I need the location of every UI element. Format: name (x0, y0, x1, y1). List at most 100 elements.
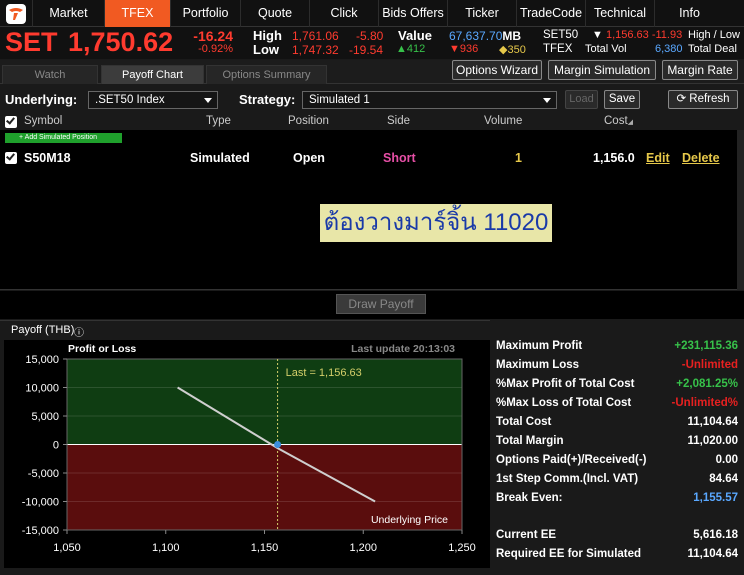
value-label: Value (398, 28, 432, 43)
app-logo (0, 0, 32, 27)
nav-tab-ticker[interactable]: Ticker (447, 0, 516, 27)
row-checkbox[interactable] (5, 151, 17, 164)
stat-value: 84.64 (709, 473, 738, 485)
nav-tab-quote[interactable]: Quote (240, 0, 309, 27)
underlying-select[interactable]: .SET50 Index (88, 91, 218, 109)
y-tick-label: -15,000 (22, 525, 59, 537)
payoff-stats-panel: Maximum Profit +231,115.36 Maximum Loss -Un… (490, 333, 744, 575)
col-side[interactable]: Side (387, 115, 410, 127)
draw-payoff-button[interactable]: Draw Payoff (336, 294, 426, 314)
nav-tab-click[interactable]: Click (309, 0, 378, 27)
set50-value: ▼ 1,156.63 -11.93 (592, 29, 683, 41)
add-simulated-position-button[interactable]: + Add Simulated Position (5, 133, 122, 143)
row-side: Short (383, 151, 416, 165)
draw-payoff-bar: Draw Payoff (0, 291, 744, 319)
row-type: Simulated (190, 151, 250, 165)
row-position: Open (293, 151, 325, 165)
col-symbol[interactable]: Symbol (24, 115, 62, 127)
row-delete-link[interactable]: Delete (682, 151, 720, 165)
save-button[interactable]: Save (604, 90, 640, 109)
table-scrollbar[interactable] (737, 130, 744, 290)
x-tick-label: 1,150 (251, 542, 279, 554)
index-name: SET (5, 27, 58, 57)
stat-value: 5,616.18 (693, 529, 738, 541)
chart-title: Profit or Loss (68, 343, 136, 355)
stat-value: +2,081.25% (676, 378, 738, 390)
low-label: Low (253, 42, 279, 57)
x-tick-label: 1,250 (448, 542, 476, 554)
index-change-pct: -0.92% (198, 43, 233, 55)
x-tick-label: 1,100 (152, 542, 180, 554)
check-icon (6, 115, 15, 125)
subtab-payoff-chart[interactable]: Payoff Chart (101, 65, 204, 84)
low-change: -19.54 (349, 43, 384, 57)
stat-row: Current EE 5,616.18 (496, 529, 738, 547)
y-tick-label: 10,000 (25, 383, 59, 395)
x-tick-label: 1,050 (53, 542, 81, 554)
up-arrow-icon: ▲ (396, 43, 407, 55)
strategy-select-value: Simulated 1 (309, 94, 370, 106)
options-wizard-button[interactable]: Options Wizard (452, 60, 542, 80)
subtab-bar: Watch Payoff Chart Options Summary Optio… (0, 60, 744, 84)
advance-count: ▲412 (396, 43, 426, 55)
row-cost: 1,156.0 (593, 151, 635, 165)
stat-row: Break Even: 1,155.57 (496, 492, 738, 510)
payoff-panel-header: Payoff (THB) ⓘ (0, 320, 490, 340)
nav-tab-market[interactable]: Market (32, 0, 104, 27)
total-vol: 6,380 (655, 43, 683, 55)
nav-tab-portfolio[interactable]: Portfolio (170, 0, 240, 27)
y-tick-label: -5,000 (28, 468, 59, 480)
subtab-watch[interactable]: Watch (2, 65, 98, 84)
refresh-icon: ⟳ (676, 93, 687, 105)
nav-tab-tradecode[interactable]: TradeCode (516, 0, 585, 27)
stat-label: Break Even: (496, 492, 563, 504)
payoff-chart: 15,000 10,000 5,000 0 -5,000 -10,000 -15,000 1,… (4, 340, 492, 568)
decline-count: ▼936 (449, 43, 479, 55)
underlying-label: Underlying: (5, 92, 78, 107)
payoff-chart-svg: 15,000 10,000 5,000 0 -5,000 -10,000 -15,000 1,… (22, 343, 476, 554)
col-volume[interactable]: Volume (484, 115, 522, 127)
refresh-button[interactable]: ⟳ Refresh (668, 90, 738, 109)
stat-row: Options Paid(+)/Received(-) 0.00 (496, 454, 738, 472)
stat-label: Total Cost (496, 416, 552, 428)
nav-tab-tfex[interactable]: TFEX (104, 0, 170, 27)
unchanged-count: ◆350 (499, 44, 526, 56)
load-button[interactable]: Load (565, 90, 598, 109)
info-icon[interactable]: ⓘ (74, 324, 84, 339)
stat-row: %Max Loss of Total Cost -Unlimited% (496, 397, 738, 415)
y-tick-label: 0 (53, 440, 59, 452)
check-icon (6, 151, 15, 161)
nav-tab-info[interactable]: Info (654, 0, 724, 27)
x-tick-label: 1,200 (349, 542, 377, 554)
logo-icon (6, 3, 26, 24)
margin-simulation-button[interactable]: Margin Simulation (548, 60, 656, 80)
row-edit-link[interactable]: Edit (646, 151, 670, 165)
strategy-select[interactable]: Simulated 1 (302, 91, 557, 109)
down-arrow-icon: ▼ (449, 43, 460, 55)
row-symbol: S50M18 (24, 151, 71, 165)
high-value: 1,761.06 (292, 29, 339, 43)
stat-row: 1st Step Comm.(Incl. VAT) 84.64 (496, 473, 738, 491)
sort-icon: ◢ (627, 119, 634, 126)
stat-label: Total Margin (496, 435, 564, 447)
margin-rate-button[interactable]: Margin Rate (662, 60, 738, 80)
top-nav: Market TFEX Portfolio Quote Click Bids O… (0, 0, 744, 27)
col-type[interactable]: Type (206, 115, 231, 127)
nav-tab-technical[interactable]: Technical (585, 0, 654, 27)
stat-label: 1st Step Comm.(Incl. VAT) (496, 473, 639, 485)
stat-row: Total Cost 11,104.64 (496, 416, 738, 434)
last-update-label: Last update 20:13:03 (351, 343, 455, 355)
stat-label: %Max Profit of Total Cost (496, 378, 635, 390)
col-position[interactable]: Position (288, 115, 329, 127)
select-all-checkbox[interactable] (5, 115, 17, 128)
nav-tab-bids-offers[interactable]: Bids Offers (378, 0, 447, 27)
stat-row: %Max Profit of Total Cost +2,081.25% (496, 378, 738, 396)
stat-label: Maximum Loss (496, 359, 580, 371)
total-vol-label: Total Vol (585, 43, 627, 55)
margin-note-overlay: ต้องวางมาร์จิ้น 11020 (320, 204, 552, 242)
subtab-options-summary[interactable]: Options Summary (206, 65, 327, 84)
index-quote-strip: SET 1,750.62 -16.24 -0.92% High Low 1,76… (0, 27, 744, 59)
col-cost[interactable]: Cost◢ (604, 115, 633, 127)
stat-value: 11,104.64 (687, 416, 738, 428)
stat-value: -Unlimited (681, 359, 738, 371)
